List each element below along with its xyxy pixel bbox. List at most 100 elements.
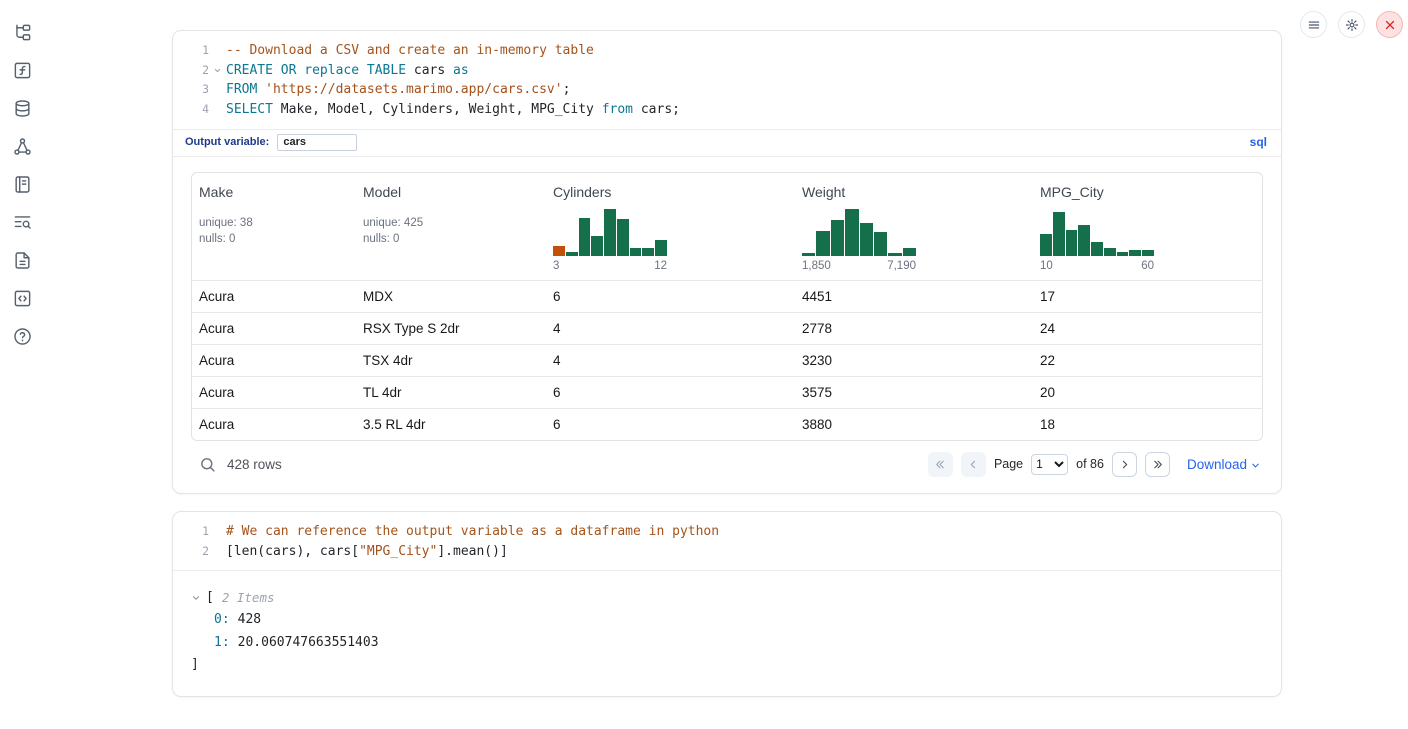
histogram-bar xyxy=(591,236,603,256)
histogram-bars xyxy=(1040,206,1154,256)
code-line: 4SELECT Make, Model, Cylinders, Weight, … xyxy=(185,100,1267,120)
table-cell: 17 xyxy=(1033,280,1262,312)
histogram-bar xyxy=(642,248,654,256)
tree-entry: 1:20.060747663551403 xyxy=(214,632,1263,655)
close-bracket: ] xyxy=(191,654,199,676)
collapse-chevron-icon[interactable] xyxy=(191,593,206,603)
output-variable-input[interactable] xyxy=(277,134,357,151)
left-sidebar xyxy=(0,22,44,346)
close-icon xyxy=(1383,18,1397,32)
table-cell: 18 xyxy=(1033,408,1262,440)
code-text: SELECT Make, Model, Cylinders, Weight, M… xyxy=(226,100,680,120)
snippets-icon[interactable] xyxy=(12,288,32,308)
first-page-button[interactable] xyxy=(928,452,953,477)
tree-entry: 0: 428 xyxy=(214,609,1263,632)
tree-key: 1: xyxy=(214,632,230,655)
table-cell: 4 xyxy=(546,312,795,344)
table-cell: 4 xyxy=(546,344,795,376)
open-bracket: [ xyxy=(206,587,214,609)
tree-value: 428 xyxy=(238,609,261,632)
histogram-bar xyxy=(566,252,578,256)
histogram-bar xyxy=(903,248,916,256)
stat-nulls: nulls: 0 xyxy=(199,231,350,248)
last-page-button[interactable] xyxy=(1145,452,1170,477)
scratchpad-icon[interactable] xyxy=(12,174,32,194)
table-row[interactable]: AcuraMDX6445117 xyxy=(192,280,1262,312)
column-sort-button[interactable]: MPG_City xyxy=(1040,184,1256,200)
code-line: 2CREATE OR replace TABLE cars as xyxy=(185,61,1267,81)
fold-spacer xyxy=(209,542,226,562)
hist-max-label: 7,190 xyxy=(887,260,916,272)
code-line: 1# We can reference the output variable … xyxy=(185,522,1267,542)
table-cell: 6 xyxy=(546,408,795,440)
table-cell: Acura xyxy=(192,376,356,408)
column-sort-button[interactable]: Weight xyxy=(802,184,1027,200)
menu-button[interactable] xyxy=(1300,11,1327,38)
table-row[interactable]: AcuraRSX Type S 2dr4277824 xyxy=(192,312,1262,344)
download-button[interactable]: Download xyxy=(1187,457,1261,472)
next-page-button[interactable] xyxy=(1112,452,1137,477)
table-cell: 6 xyxy=(546,376,795,408)
variables-icon[interactable] xyxy=(12,60,32,80)
table-cell: 2778 xyxy=(795,312,1033,344)
logs-icon[interactable] xyxy=(12,212,32,232)
column-sort-button[interactable]: Cylinders xyxy=(553,184,789,200)
histogram-bar xyxy=(802,253,815,256)
download-label: Download xyxy=(1187,457,1247,472)
tree-key: 0: xyxy=(214,609,230,632)
column-histogram: 1,8507,190 xyxy=(802,206,916,272)
page-label: Page xyxy=(994,457,1023,471)
code-line: 2[len(cars), cars["MPG_City"].mean()] xyxy=(185,542,1267,562)
tree-close-line: ] xyxy=(191,654,1263,676)
dependency-graph-icon[interactable] xyxy=(12,136,32,156)
histogram-bar xyxy=(1129,250,1141,256)
column-histogram: 1060 xyxy=(1040,206,1154,272)
close-button[interactable] xyxy=(1376,11,1403,38)
python-editor[interactable]: 1# We can reference the output variable … xyxy=(173,512,1281,570)
help-icon[interactable] xyxy=(12,326,32,346)
chevrons-right-icon xyxy=(1151,458,1164,471)
sql-cell: 1 -- Download a CSV and create an in-memo… xyxy=(172,30,1282,494)
code-text: -- Download a CSV and create an in-memor… xyxy=(226,41,594,61)
output-variable-label: Output variable: xyxy=(185,136,269,148)
fold-chevron-icon[interactable] xyxy=(209,61,226,81)
line-number: 1 xyxy=(185,41,209,61)
table-row[interactable]: AcuraTL 4dr6357520 xyxy=(192,376,1262,408)
sql-editor[interactable]: 1 -- Download a CSV and create an in-memo… xyxy=(173,31,1281,129)
hist-max-label: 12 xyxy=(654,260,667,272)
table-cell: 20 xyxy=(1033,376,1262,408)
column-sort-button[interactable]: Model xyxy=(363,184,540,200)
prev-page-button[interactable] xyxy=(961,452,986,477)
stat-nulls: nulls: 0 xyxy=(363,231,540,248)
code-text: [len(cars), cars["MPG_City"].mean()] xyxy=(226,542,508,562)
page-select[interactable]: 1 xyxy=(1031,454,1068,475)
histogram-bar xyxy=(1091,242,1103,256)
hist-min-label: 3 xyxy=(553,260,559,272)
python-cell: 1# We can reference the output variable … xyxy=(172,511,1282,697)
column-sort-button[interactable]: Make xyxy=(199,184,350,200)
table-row[interactable]: AcuraTSX 4dr4323022 xyxy=(192,344,1262,376)
sql-output: Makeunique: 38nulls: 0Modelunique: 425nu… xyxy=(173,157,1281,493)
histogram-bar xyxy=(1040,234,1052,256)
datasources-icon[interactable] xyxy=(12,98,32,118)
search-icon[interactable] xyxy=(199,456,216,473)
table-row[interactable]: Acura3.5 RL 4dr6388018 xyxy=(192,408,1262,440)
table-cell: TSX 4dr xyxy=(356,344,546,376)
histogram-bar xyxy=(630,248,642,256)
hist-max-label: 60 xyxy=(1141,260,1154,272)
documentation-icon[interactable] xyxy=(12,250,32,270)
histogram-bars xyxy=(802,206,916,256)
file-tree-icon[interactable] xyxy=(12,22,32,42)
gear-icon xyxy=(1345,18,1359,32)
column-header: Weight 1,8507,190 xyxy=(795,173,1033,281)
line-number: 3 xyxy=(185,80,209,100)
settings-button[interactable] xyxy=(1338,11,1365,38)
python-output: [ 2 Items 0:4281:20.060747663551403 ] xyxy=(173,570,1281,696)
code-text: # We can reference the output variable a… xyxy=(226,522,719,542)
histogram-bar xyxy=(655,240,667,256)
stat-unique: unique: 38 xyxy=(199,215,350,232)
table-cell: TL 4dr xyxy=(356,376,546,408)
table-cell: 6 xyxy=(546,280,795,312)
code-line: 3FROM 'https://datasets.marimo.app/cars.… xyxy=(185,80,1267,100)
fold-spacer xyxy=(209,100,226,120)
